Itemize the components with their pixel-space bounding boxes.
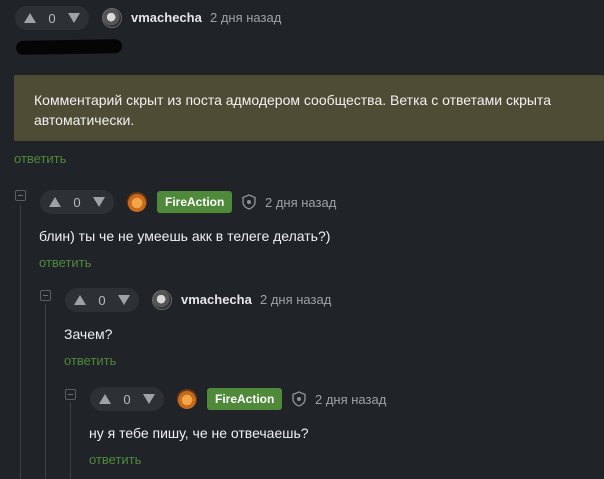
upvote-icon[interactable]: [49, 197, 61, 207]
vote-score: 0: [73, 194, 81, 210]
author-badge[interactable]: FireAction: [157, 191, 233, 213]
collapse-toggle[interactable]: [15, 190, 26, 201]
downvote-icon[interactable]: [67, 13, 80, 23]
reply-link[interactable]: ответить: [14, 151, 66, 166]
collapse-toggle[interactable]: [65, 389, 76, 400]
vote-score: 0: [98, 292, 106, 308]
hidden-notice-text: Комментарий скрыт из поста адмодером соо…: [34, 92, 551, 128]
avatar[interactable]: [102, 8, 122, 28]
timestamp[interactable]: 2 дня назад: [260, 292, 331, 307]
comment-text: ну я тебе пишу, че не отвечаешь?: [89, 425, 309, 441]
username[interactable]: vmachecha: [131, 10, 202, 25]
upvote-icon[interactable]: [74, 295, 86, 305]
author-badge[interactable]: FireAction: [207, 388, 283, 410]
timestamp[interactable]: 2 дня назад: [315, 392, 386, 407]
reply-link[interactable]: ответить: [89, 452, 141, 467]
timestamp[interactable]: 2 дня назад: [265, 195, 336, 210]
comment-text: блин) ты че не умеешь акк в телеге делат…: [39, 228, 331, 244]
shield-icon: [292, 391, 306, 407]
upvote-icon[interactable]: [99, 394, 111, 404]
collapse-toggle[interactable]: [40, 290, 51, 301]
redacted-text: [15, 39, 123, 55]
reply-link[interactable]: ответить: [39, 255, 91, 270]
downvote-icon[interactable]: [117, 295, 130, 305]
downvote-icon[interactable]: [92, 197, 105, 207]
reply-link[interactable]: ответить: [64, 353, 116, 368]
vote-widget: 0: [65, 288, 139, 312]
timestamp[interactable]: 2 дня назад: [210, 10, 281, 25]
avatar[interactable]: [177, 389, 197, 409]
vote-widget: 0: [90, 387, 164, 411]
username[interactable]: vmachecha: [181, 292, 252, 307]
thread-line[interactable]: [20, 205, 21, 479]
avatar[interactable]: [152, 290, 172, 310]
shield-icon: [242, 194, 256, 210]
vote-score: 0: [48, 10, 56, 26]
hidden-comment-notice: Комментарий скрыт из поста адмодером соо…: [14, 75, 604, 141]
downvote-icon[interactable]: [142, 394, 155, 404]
comment-text: Зачем?: [64, 326, 113, 342]
avatar[interactable]: [127, 192, 147, 212]
vote-widget: 0: [15, 6, 89, 30]
vote-score: 0: [123, 391, 131, 407]
thread-line[interactable]: [45, 304, 46, 479]
upvote-icon[interactable]: [24, 13, 36, 23]
thread-line[interactable]: [70, 403, 71, 479]
vote-widget: 0: [40, 190, 114, 214]
